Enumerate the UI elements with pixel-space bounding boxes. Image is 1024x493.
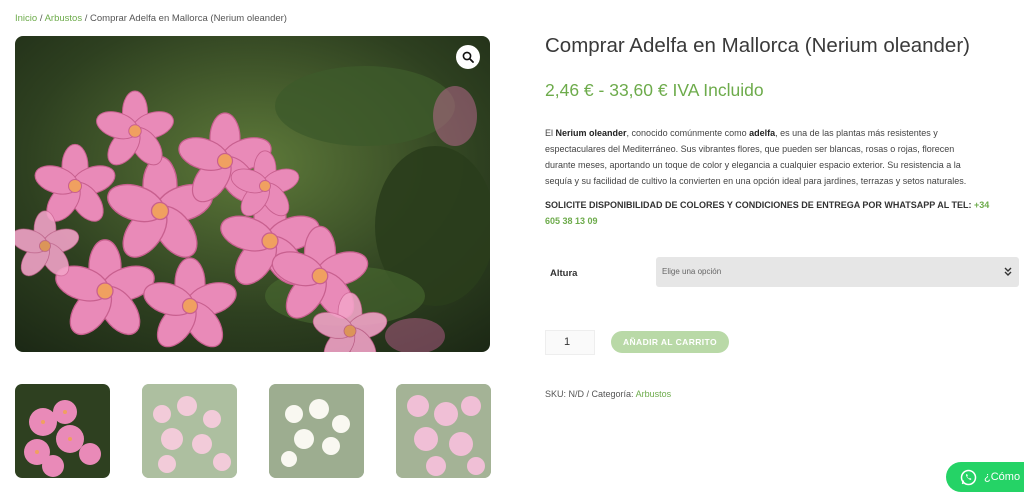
breadcrumb: Inicio / Arbustos / Comprar Adelfa en Ma… bbox=[15, 13, 287, 24]
breadcrumb-separator: / bbox=[37, 13, 45, 24]
category-label: Categoría: bbox=[591, 389, 636, 399]
whatsapp-icon bbox=[960, 469, 977, 485]
thumbnail-white-oleander bbox=[269, 384, 364, 478]
altura-label: Altura bbox=[550, 268, 578, 279]
thumbnail-pink-oleander-bush bbox=[142, 384, 237, 478]
zoom-button[interactable] bbox=[456, 45, 480, 69]
thumbnail-gallery bbox=[15, 384, 491, 478]
breadcrumb-separator: / bbox=[82, 13, 91, 24]
breadcrumb-home-link[interactable]: Inicio bbox=[15, 13, 37, 24]
magnifier-icon bbox=[462, 51, 474, 63]
product-description: El Nerium oleander, conocido comúnmente … bbox=[545, 126, 980, 190]
altura-select-value: Elige una opción bbox=[662, 267, 722, 276]
product-price: 2,46 € - 33,60 € IVA Incluido bbox=[545, 80, 764, 100]
breadcrumb-category-link[interactable]: Arbustos bbox=[45, 13, 83, 24]
desc-common-name: adelfa bbox=[749, 128, 776, 138]
sku: SKU: N/D bbox=[545, 389, 585, 399]
whatsapp-label: ¿Cómo bbox=[984, 471, 1021, 483]
thumbnail-4[interactable] bbox=[396, 384, 491, 478]
meta-separator: / bbox=[584, 389, 592, 399]
thumbnail-2[interactable] bbox=[142, 384, 237, 478]
product-main-image[interactable] bbox=[15, 36, 490, 352]
breadcrumb-current: Comprar Adelfa en Mallorca (Nerium olean… bbox=[90, 13, 287, 24]
add-to-cart-button[interactable]: AÑADIR AL CARRITO bbox=[611, 331, 729, 353]
thumbnail-pink-oleander-cluster bbox=[396, 384, 491, 478]
category-link[interactable]: Arbustos bbox=[636, 389, 672, 399]
desc-text: El bbox=[545, 128, 556, 138]
availability-notice: SOLICITE DISPONIBILIDAD DE COLORES Y CON… bbox=[545, 198, 995, 229]
thumbnail-3[interactable] bbox=[269, 384, 364, 478]
desc-botanical-name: Nerium oleander bbox=[555, 128, 627, 138]
notice-text: SOLICITE DISPONIBILIDAD DE COLORES Y CON… bbox=[545, 200, 975, 210]
chevron-down-icon bbox=[1004, 267, 1012, 276]
product-meta: SKU: N/D / Categoría: Arbustos bbox=[545, 389, 671, 399]
quantity-input[interactable]: 1 bbox=[545, 330, 595, 355]
altura-select[interactable]: Elige una opción bbox=[656, 257, 1019, 287]
product-title: Comprar Adelfa en Mallorca (Nerium olean… bbox=[545, 34, 970, 57]
thumbnail-1[interactable] bbox=[15, 384, 110, 478]
thumbnail-pink-oleander bbox=[15, 384, 110, 478]
oleander-photo bbox=[15, 36, 490, 352]
whatsapp-chat-button[interactable]: ¿Cómo bbox=[946, 462, 1024, 492]
desc-text: , conocido comúnmente como bbox=[626, 128, 750, 138]
